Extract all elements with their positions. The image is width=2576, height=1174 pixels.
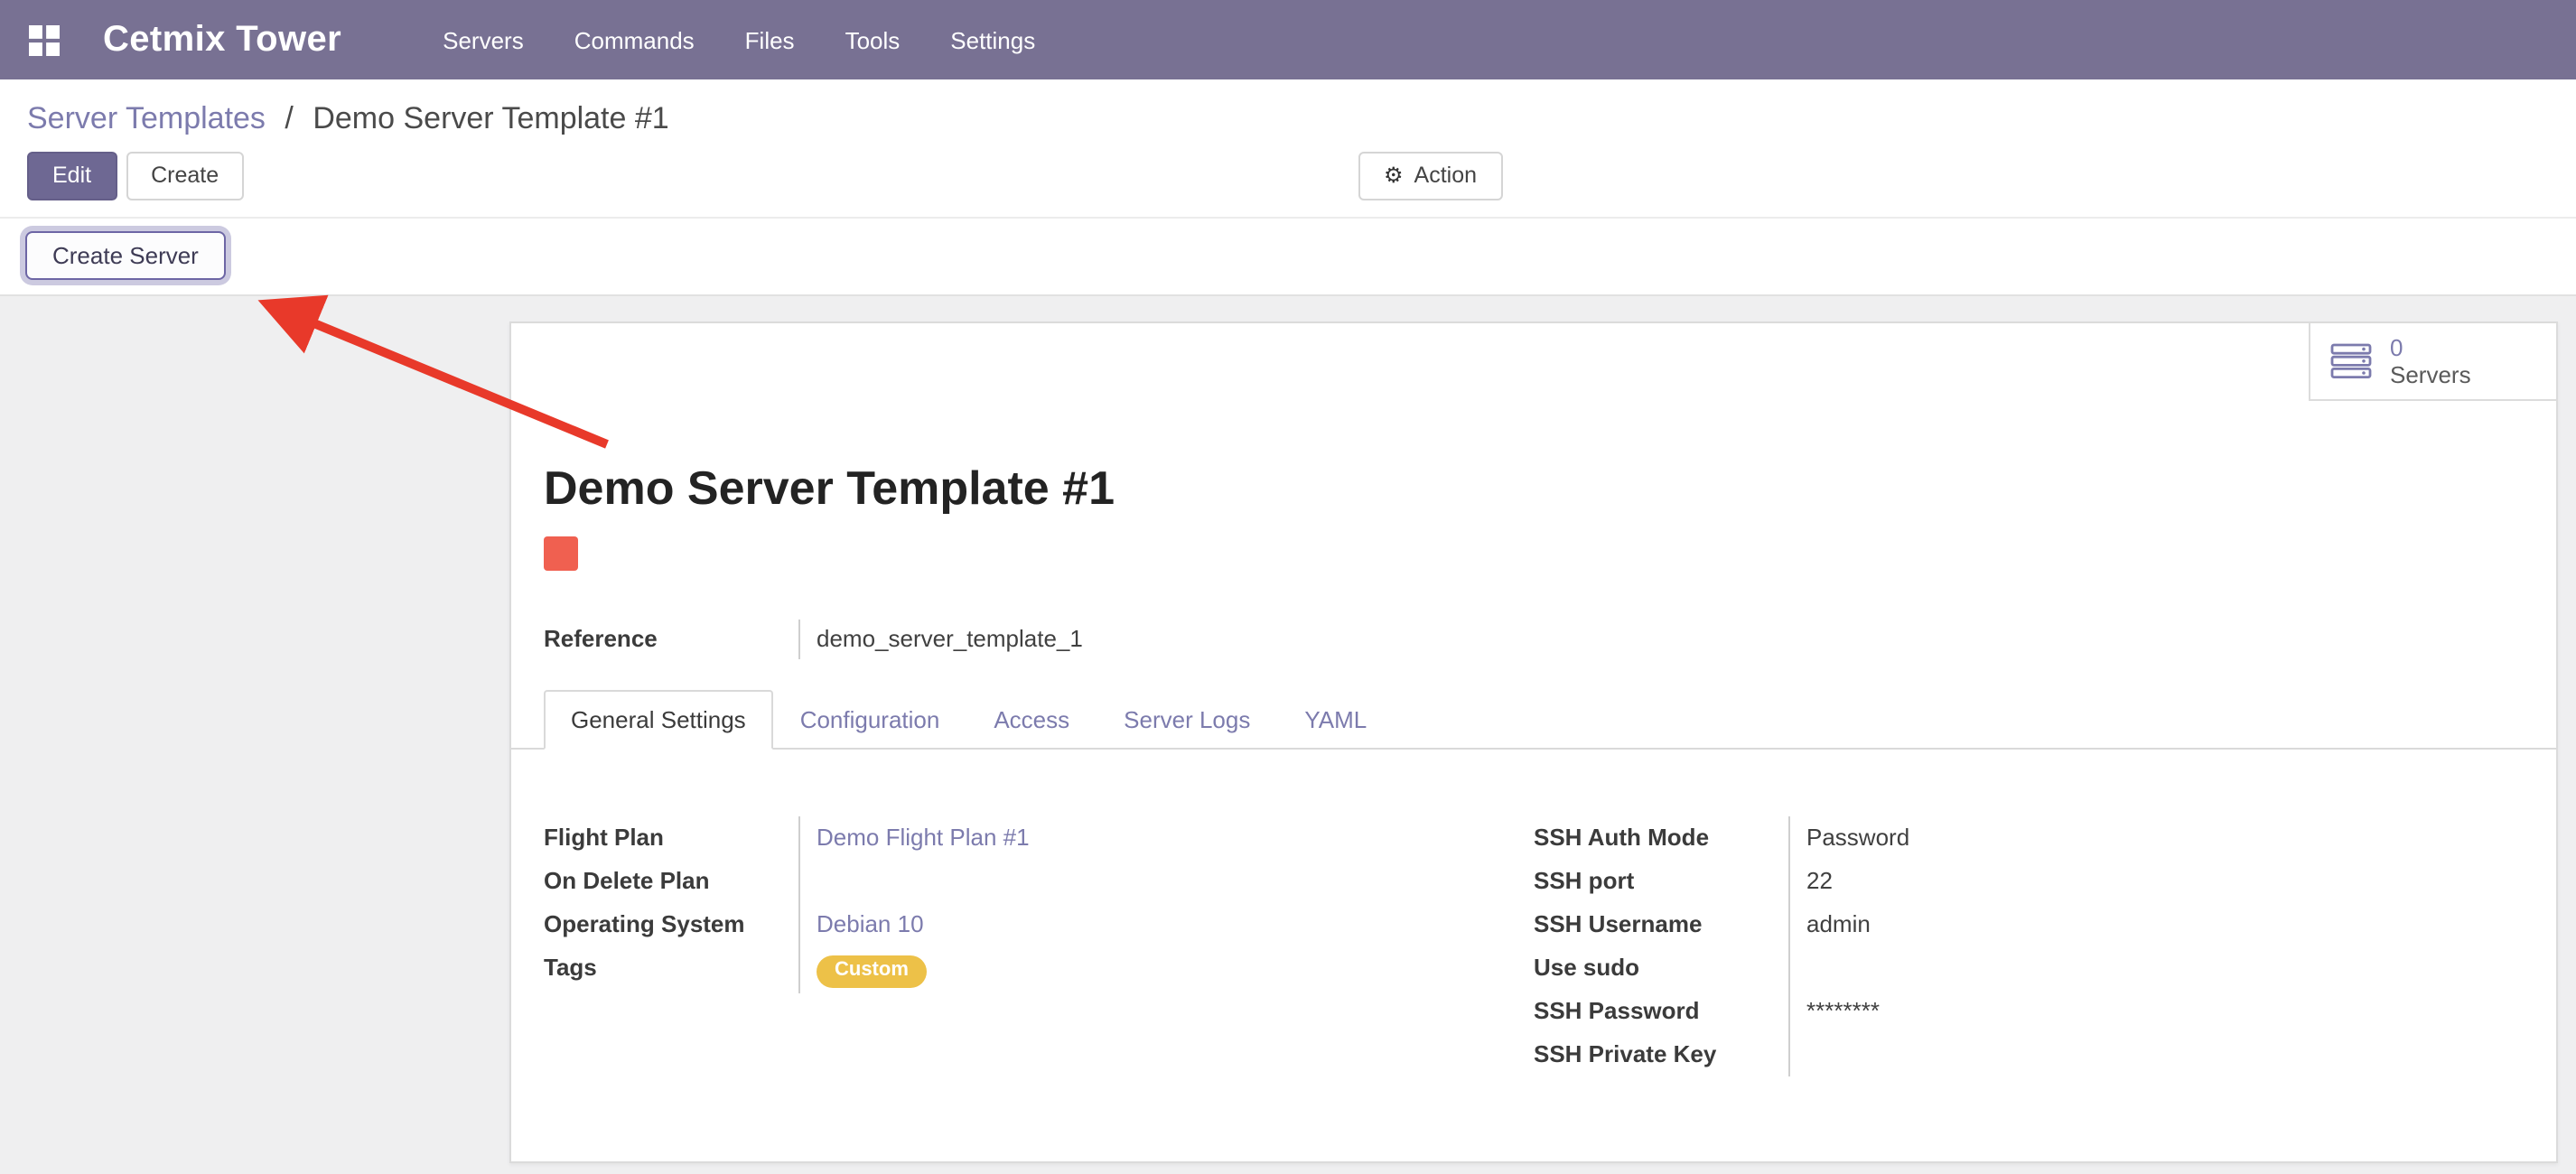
field-row-on-delete-plan: On Delete Plan bbox=[544, 860, 1534, 903]
tag-badge: Custom bbox=[817, 955, 927, 987]
apps-grid-icon-svg bbox=[29, 24, 60, 55]
field-value: admin bbox=[1788, 903, 2524, 946]
field-row-ssh-username: SSH Username admin bbox=[1534, 903, 2524, 946]
edit-button[interactable]: Edit bbox=[27, 152, 117, 200]
operating-system-link[interactable]: Debian 10 bbox=[817, 910, 924, 937]
action-dropdown-label: Action bbox=[1414, 163, 1478, 190]
field-row-use-sudo: Use sudo bbox=[1534, 946, 2524, 990]
field-value: 22 bbox=[1788, 860, 2524, 903]
field-group-left: Flight Plan Demo Flight Plan #1 On Delet… bbox=[544, 816, 1534, 1076]
field-label: SSH port bbox=[1534, 860, 1788, 903]
tab-general-settings[interactable]: General Settings bbox=[544, 690, 773, 750]
record-color-swatch bbox=[544, 536, 578, 571]
field-row-ssh-password: SSH Password ******** bbox=[1534, 990, 2524, 1033]
field-label: SSH Username bbox=[1534, 903, 1788, 946]
menu-item-servers[interactable]: Servers bbox=[443, 26, 524, 53]
content-area: 0 Servers Demo Server Template #1 Refere… bbox=[0, 294, 2576, 1174]
breadcrumb-separator: / bbox=[285, 101, 293, 135]
servers-stat-text: 0 Servers bbox=[2390, 334, 2471, 388]
field-row-ssh-private-key: SSH Private Key bbox=[1534, 1033, 2524, 1076]
menu-item-tools[interactable]: Tools bbox=[845, 26, 901, 53]
action-dropdown-button[interactable]: ⚙ Action bbox=[1358, 152, 1502, 200]
control-panel: Edit Create ⚙ Action bbox=[0, 137, 2576, 217]
field-row-ssh-port: SSH port 22 bbox=[1534, 860, 2524, 903]
record-title: Demo Server Template #1 bbox=[544, 461, 1115, 517]
field-label: Operating System bbox=[544, 903, 798, 946]
reference-field-value: demo_server_template_1 bbox=[798, 620, 1083, 659]
servers-stat-value: 0 bbox=[2390, 334, 2471, 361]
field-label: SSH Private Key bbox=[1534, 1033, 1788, 1076]
field-value bbox=[798, 860, 1534, 903]
menu-item-commands[interactable]: Commands bbox=[574, 26, 695, 53]
field-value: ******** bbox=[1788, 990, 2524, 1033]
flight-plan-link[interactable]: Demo Flight Plan #1 bbox=[817, 824, 1030, 851]
top-navbar: Cetmix Tower Servers Commands Files Tool… bbox=[0, 0, 2576, 79]
field-label: Tags bbox=[544, 946, 798, 992]
breadcrumb-parent-link[interactable]: Server Templates bbox=[27, 101, 266, 135]
tab-yaml[interactable]: YAML bbox=[1277, 690, 1394, 750]
apps-grid-icon[interactable] bbox=[29, 24, 60, 55]
field-value bbox=[1788, 1033, 2524, 1076]
field-value: Password bbox=[1788, 816, 2524, 860]
create-server-button[interactable]: Create Server bbox=[25, 231, 226, 280]
notebook-tabs: General Settings Configuration Access Se… bbox=[511, 690, 2556, 750]
tab-server-logs[interactable]: Server Logs bbox=[1097, 690, 1277, 750]
servers-stat-label: Servers bbox=[2390, 361, 2471, 388]
field-row-ssh-auth-mode: SSH Auth Mode Password bbox=[1534, 816, 2524, 860]
form-sheet: 0 Servers Demo Server Template #1 Refere… bbox=[509, 321, 2558, 1163]
breadcrumb-current: Demo Server Template #1 bbox=[313, 101, 668, 135]
tab-access[interactable]: Access bbox=[966, 690, 1097, 750]
create-button[interactable]: Create bbox=[126, 152, 244, 200]
field-label: Use sudo bbox=[1534, 946, 1788, 990]
breadcrumb: Server Templates / Demo Server Template … bbox=[0, 79, 2576, 137]
brand-title[interactable]: Cetmix Tower bbox=[103, 19, 341, 61]
field-label: Flight Plan bbox=[544, 816, 798, 860]
field-group-right: SSH Auth Mode Password SSH port 22 SSH U… bbox=[1534, 816, 2524, 1076]
reference-field-label: Reference bbox=[544, 620, 798, 659]
field-value: Debian 10 bbox=[798, 903, 1534, 946]
field-label: SSH Password bbox=[1534, 990, 1788, 1033]
gear-icon: ⚙ bbox=[1384, 163, 1404, 190]
server-stack-icon bbox=[2330, 343, 2374, 379]
field-value bbox=[1788, 946, 2524, 990]
reference-field-row: Reference demo_server_template_1 bbox=[544, 620, 1083, 659]
field-row-tags: Tags Custom bbox=[544, 946, 1534, 992]
field-groups: Flight Plan Demo Flight Plan #1 On Delet… bbox=[544, 816, 2524, 1076]
field-value: Custom bbox=[798, 946, 1534, 992]
tab-configuration[interactable]: Configuration bbox=[773, 690, 967, 750]
field-row-operating-system: Operating System Debian 10 bbox=[544, 903, 1534, 946]
menu-item-settings[interactable]: Settings bbox=[950, 26, 1035, 53]
servers-stat-button[interactable]: 0 Servers bbox=[2309, 323, 2556, 401]
app-window: Cetmix Tower Servers Commands Files Tool… bbox=[0, 0, 2576, 1174]
field-label: SSH Auth Mode bbox=[1534, 816, 1788, 860]
form-statusbar: Create Server bbox=[0, 217, 2576, 294]
menu-item-files[interactable]: Files bbox=[745, 26, 795, 53]
main-menu: Servers Commands Files Tools Settings bbox=[443, 26, 1035, 53]
field-label: On Delete Plan bbox=[544, 860, 798, 903]
field-row-flight-plan: Flight Plan Demo Flight Plan #1 bbox=[544, 816, 1534, 860]
field-value: Demo Flight Plan #1 bbox=[798, 816, 1534, 860]
